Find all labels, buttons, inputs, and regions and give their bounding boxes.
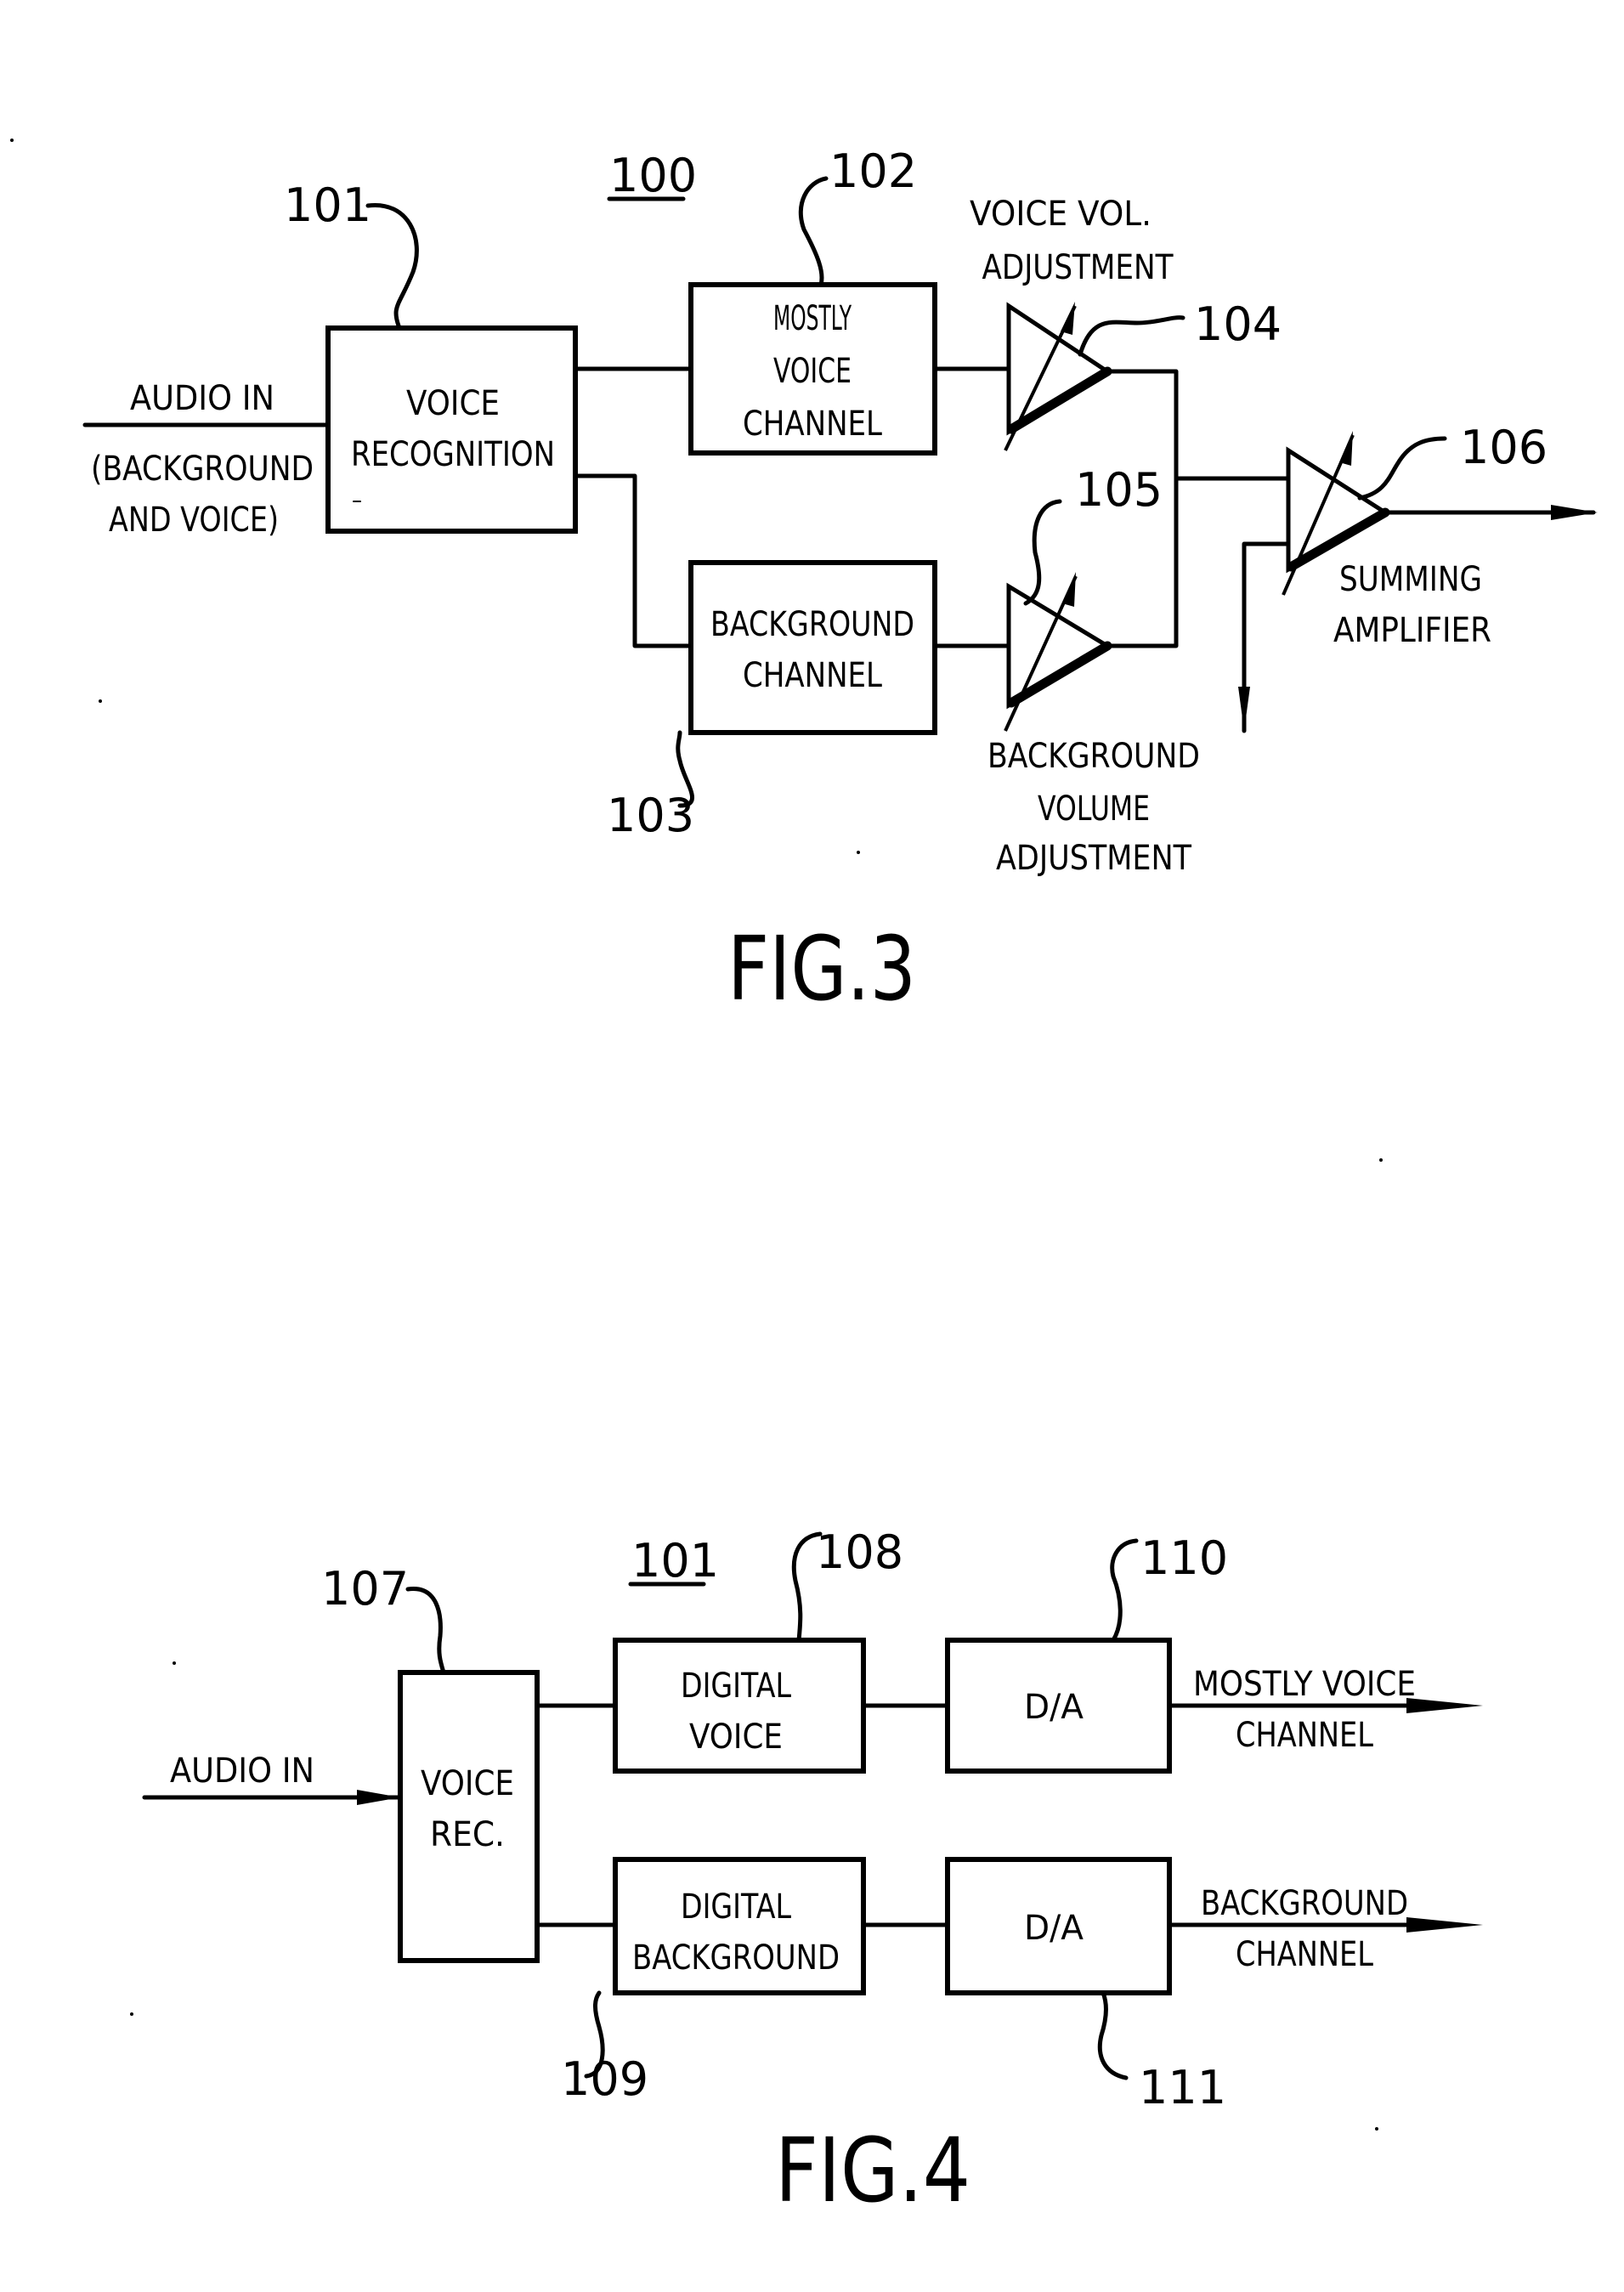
- fig4-leader-110: [1110, 1538, 1139, 1643]
- fig3-voice-recognition-block: [325, 325, 578, 534]
- fig4-da-top-label: D/A: [1024, 1688, 1084, 1727]
- fig3-ref-102: 102: [829, 144, 917, 198]
- fig3-summing-feedback-wire: [1242, 541, 1291, 733]
- fig3-ref-103: 103: [607, 789, 694, 842]
- fig4-audio-in-arrowhead: [357, 1790, 400, 1805]
- fig4-output-top-arrowhead: [1406, 1698, 1483, 1713]
- fig3-leader-106: [1357, 436, 1447, 501]
- fig3-ref-104: 104: [1194, 297, 1282, 351]
- fig3-voice-recognition-line-2: RECOGNITION: [351, 435, 555, 474]
- fig3-ref-106: 106: [1460, 421, 1548, 474]
- fig3-leader-104: [1078, 315, 1185, 357]
- fig3-voice-vol-label-2: ADJUSTMENT: [982, 248, 1174, 287]
- fig4-system-ref: 101: [631, 1534, 719, 1587]
- fig4-da-bottom-label: D/A: [1024, 1909, 1084, 1948]
- fig4-ref-108: 108: [816, 1525, 903, 1579]
- fig3-input-label-3: AND VOICE): [109, 501, 279, 540]
- fig3-mostly-voice-line-2: VOICE: [773, 352, 852, 391]
- fig3-input-label-2: (BACKGROUND: [91, 450, 314, 489]
- fig3-ref-105: 105: [1075, 463, 1163, 517]
- fig4-output-top-label-1: MOSTLY VOICE: [1193, 1665, 1416, 1704]
- fig4-diagram: 101 AUDIO IN VOICE REC. 107 DIGITAL VOIC…: [142, 1525, 1483, 2222]
- fig4-digital-background-line-2: BACKGROUND: [632, 1938, 840, 1978]
- fig4-ref-110: 110: [1140, 1531, 1228, 1585]
- fig3-background-volume-amplifier: [1004, 572, 1112, 732]
- fig3-voice-recognition-line-1: VOICE: [406, 384, 500, 423]
- fig3-background-vol-label-3: ADJUSTMENT: [996, 839, 1191, 878]
- fig4-ref-111: 111: [1139, 2061, 1226, 2114]
- fig3-leader-105: [1023, 499, 1062, 606]
- fig3-background-vol-label-1: BACKGROUND: [987, 737, 1200, 776]
- fig4-ref-109: 109: [561, 2052, 648, 2106]
- fig3-background-line-1: BACKGROUND: [710, 605, 914, 644]
- fig4-voice-rec-line-2: REC.: [430, 1815, 505, 1854]
- fig4-output-bottom-label-2: CHANNEL: [1236, 1935, 1374, 1974]
- fig4-leader-107: [405, 1587, 446, 1675]
- fig3-background-channel-block: [688, 560, 937, 735]
- fig4-voice-rec-line-1: VOICE: [421, 1764, 514, 1803]
- fig3-feedback-arrowhead: [1238, 687, 1250, 731]
- fig4-input-label: AUDIO IN: [170, 1752, 314, 1791]
- fig3-background-line-2: CHANNEL: [743, 656, 883, 695]
- fig4-output-top-label-2: CHANNEL: [1236, 1716, 1374, 1755]
- fig3-input-label-1: AUDIO IN: [130, 379, 274, 418]
- fig3-wire-vr-to-background: [573, 473, 693, 648]
- fig3-leader-101: [365, 203, 419, 331]
- fig3-output-arrowhead: [1551, 505, 1598, 520]
- fig3-mostly-voice-line-3: CHANNEL: [743, 405, 883, 444]
- fig3-ref-101: 101: [284, 178, 371, 232]
- fig4-digital-voice-line-2: VOICE: [689, 1718, 783, 1757]
- fig4-caption: FIG.4: [775, 2119, 970, 2222]
- fig4-digital-background-line-1: DIGITAL: [681, 1887, 792, 1927]
- fig3-summing-label-1: SUMMING: [1339, 560, 1482, 599]
- fig3-diagram: 100 AUDIO IN (BACKGROUND AND VOICE) VOIC…: [82, 144, 1598, 1021]
- fig3-background-vol-label-2: VOLUME: [1038, 789, 1150, 829]
- fig4-digital-voice-line-1: DIGITAL: [681, 1667, 792, 1706]
- fig4-output-bottom-label-1: BACKGROUND: [1201, 1884, 1408, 1923]
- fig4-output-bottom-arrowhead: [1406, 1917, 1483, 1933]
- fig3-summing-label-2: AMPLIFIER: [1333, 611, 1491, 650]
- fig3-leader-102: [798, 176, 829, 287]
- fig3-mostly-voice-line-1: MOSTLY: [773, 299, 852, 338]
- patent-drawing-sheet: 100 AUDIO IN (BACKGROUND AND VOICE) VOIC…: [10, 139, 1598, 2222]
- fig3-caption: FIG.3: [727, 917, 916, 1021]
- fig3-system-ref: 100: [609, 149, 697, 202]
- fig4-leader-111: [1097, 1990, 1129, 2080]
- fig3-voice-volume-amplifier: [1004, 302, 1112, 451]
- fig4-ref-107: 107: [321, 1562, 409, 1616]
- fig3-voice-vol-label-1: VOICE VOL.: [970, 195, 1152, 234]
